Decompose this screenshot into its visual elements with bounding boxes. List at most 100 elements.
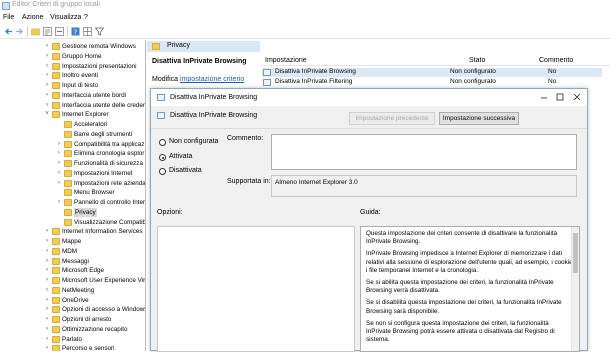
expand-chevron-icon[interactable]: › xyxy=(44,266,50,275)
tree-item-label: Opzioni di accesso a Windows xyxy=(62,306,146,314)
folder-icon xyxy=(52,43,60,50)
dialog-subheader: Disattiva InPrivate Browsing Impostazion… xyxy=(151,106,587,128)
previous-setting-button[interactable]: Impostazione precedente xyxy=(349,112,435,125)
help-icon[interactable]: ? xyxy=(71,27,80,36)
folder-up-icon[interactable] xyxy=(31,27,40,36)
expand-chevron-icon[interactable]: › xyxy=(44,237,50,246)
folder-icon xyxy=(64,208,72,216)
column-header-state[interactable]: Stato xyxy=(469,57,485,64)
tree-item-label: Impostazioni presentazioni xyxy=(62,62,137,70)
expand-chevron-icon[interactable]: › xyxy=(44,71,50,80)
dialog-title: Disattiva InPrivate Browsing xyxy=(170,94,258,101)
menu-help[interactable]: ? xyxy=(84,14,88,21)
comment-label: Commento: xyxy=(227,135,264,142)
tree-item-label: NetMeeting xyxy=(62,286,95,294)
expand-chevron-icon[interactable]: › xyxy=(44,101,50,110)
scrollbar-thumb[interactable] xyxy=(573,233,578,273)
folder-icon xyxy=(52,267,60,275)
table-row[interactable]: Disattiva InPrivate Filtering Non config… xyxy=(262,78,602,87)
radio-disabled[interactable]: Disattivata xyxy=(159,167,229,176)
expand-chevron-icon[interactable]: › xyxy=(44,305,50,314)
expand-chevron-icon[interactable]: › xyxy=(44,344,50,351)
radio-circle-selected xyxy=(159,154,166,161)
expand-chevron-icon[interactable]: › xyxy=(44,335,50,344)
folder-icon xyxy=(64,160,72,167)
export-list-icon[interactable] xyxy=(55,27,64,36)
expand-chevron-icon[interactable]: › xyxy=(44,296,50,305)
expand-chevron-icon[interactable]: › xyxy=(44,325,50,334)
menu-visualizza[interactable]: Visualizza xyxy=(50,14,81,21)
app-icon xyxy=(2,2,10,10)
expand-chevron-icon[interactable]: › xyxy=(44,91,50,100)
expand-chevron-icon[interactable]: › xyxy=(44,276,50,285)
tree-item-label: Funzionalità di sicurezza xyxy=(74,160,143,167)
grid-view-icon[interactable] xyxy=(83,27,92,36)
forward-arrow-icon[interactable] xyxy=(15,27,24,36)
expand-chevron-icon[interactable]: › xyxy=(56,198,62,207)
expand-chevron-icon[interactable]: › xyxy=(56,140,62,149)
supported-value: Almeno Internet Explorer 3.0 xyxy=(275,179,358,186)
row-name: Disattiva InPrivate Browsing xyxy=(275,68,356,75)
guide-label: Guida: xyxy=(360,209,381,216)
close-icon xyxy=(573,93,581,101)
row-state: Non configurato xyxy=(450,68,496,75)
expand-chevron-icon[interactable]: › xyxy=(44,315,50,324)
svg-text:?: ? xyxy=(74,28,78,36)
expand-chevron-icon[interactable]: › xyxy=(56,149,62,158)
folder-icon xyxy=(52,82,60,89)
filter-icon[interactable] xyxy=(95,27,104,36)
comment-textarea[interactable] xyxy=(271,134,577,170)
expand-chevron-icon[interactable]: › xyxy=(44,227,50,236)
expand-chevron-icon[interactable]: › xyxy=(44,286,50,295)
close-button[interactable] xyxy=(570,92,584,103)
expand-chevron-icon[interactable]: › xyxy=(44,247,50,256)
expand-chevron-icon[interactable]: › xyxy=(44,257,50,266)
folder-icon xyxy=(52,91,60,99)
toolbar: ? xyxy=(0,24,610,39)
expand-chevron-icon[interactable]: › xyxy=(56,159,62,168)
tree-item-label: Interfaccia utente delle creder xyxy=(62,101,145,109)
next-setting-button[interactable]: Impostazione successiva xyxy=(439,112,519,125)
folder-icon xyxy=(52,345,60,351)
folder-icon xyxy=(64,150,72,158)
minimize-button[interactable] xyxy=(537,92,551,103)
folder-icon xyxy=(52,257,60,265)
expand-chevron-icon[interactable]: › xyxy=(44,62,50,71)
menu-azione[interactable]: Azione xyxy=(22,14,43,21)
properties-icon[interactable] xyxy=(43,27,52,36)
column-header-comment[interactable]: Commento xyxy=(539,57,573,64)
radio-not-configured[interactable]: Non configurata xyxy=(159,138,229,147)
folder-icon xyxy=(52,286,60,294)
minimize-icon xyxy=(541,97,547,99)
expand-chevron-icon[interactable]: › xyxy=(44,52,50,61)
expand-chevron-icon[interactable]: › xyxy=(44,42,50,51)
modify-text: Modifica impostazione criterio xyxy=(152,76,244,83)
collapse-chevron-icon[interactable]: ˅ xyxy=(44,110,50,119)
tree-item-label: MDM xyxy=(62,247,78,255)
tree-item-label: Internet Explorer xyxy=(62,111,109,119)
policy-dialog: Disattiva InPrivate Browsing Disattiva I… xyxy=(150,88,588,352)
back-arrow-icon[interactable] xyxy=(4,27,13,36)
folder-icon xyxy=(64,218,72,226)
expand-chevron-icon[interactable]: › xyxy=(56,169,62,178)
column-header-setting[interactable]: Impostazione xyxy=(265,57,307,64)
radio-circle xyxy=(159,139,166,146)
radio-enabled[interactable]: Attivata xyxy=(159,153,229,162)
guide-scrollbar[interactable] xyxy=(571,227,579,351)
tree-item-label: Interfaccia utente bordi xyxy=(62,91,127,99)
options-panel xyxy=(157,226,355,352)
options-label: Opzioni: xyxy=(157,209,183,216)
expand-chevron-icon[interactable]: › xyxy=(56,179,62,188)
guide-paragraph: InPrivate Browsing impedisce a Internet … xyxy=(366,250,575,274)
folder-icon xyxy=(52,238,60,245)
tree-item-label: Barre degli strumenti xyxy=(74,130,133,138)
expand-chevron-icon[interactable]: › xyxy=(44,81,50,90)
tree-item-label: Privacy xyxy=(74,207,97,217)
modify-policy-link[interactable]: impostazione criterio xyxy=(180,76,244,83)
table-row[interactable]: Disattiva InPrivate Browsing Non configu… xyxy=(262,68,602,77)
modify-prefix: Modifica xyxy=(152,76,179,83)
menu-file[interactable]: File xyxy=(3,14,14,21)
folder-icon xyxy=(52,277,60,284)
maximize-button[interactable] xyxy=(553,92,567,103)
tree-item-label: Impostazioni rete aziendal xyxy=(74,179,146,187)
